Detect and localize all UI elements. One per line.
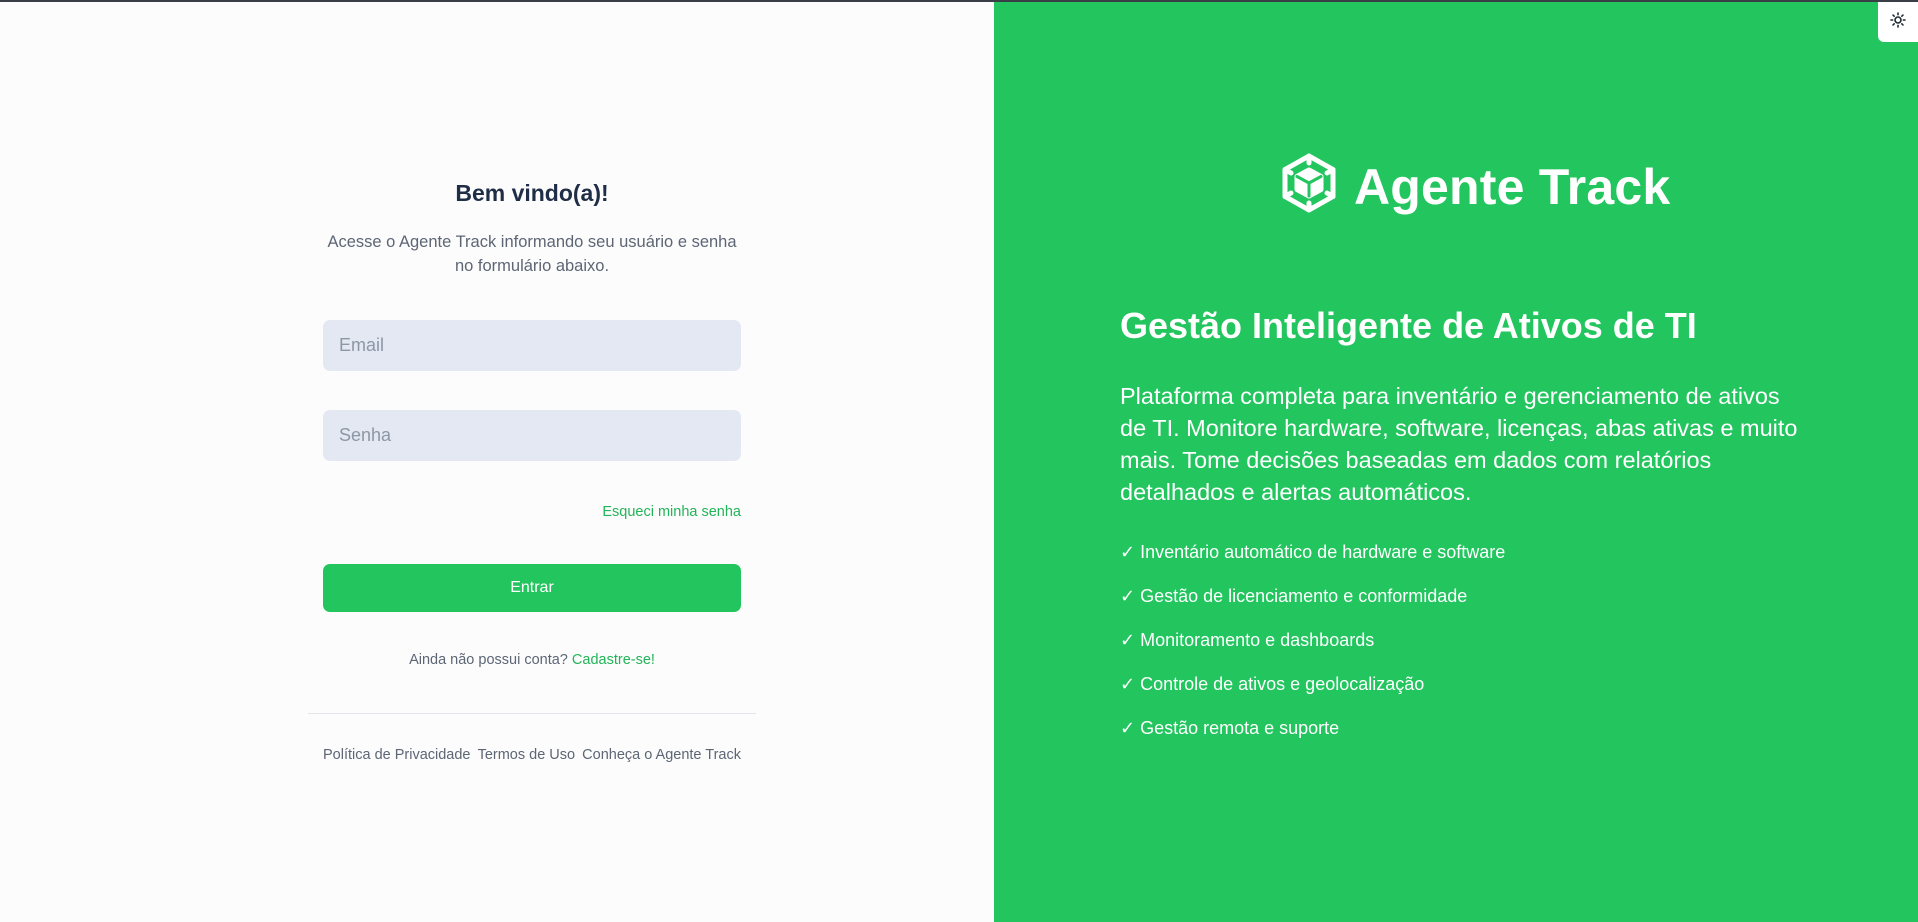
terms-of-use-link[interactable]: Termos de Uso: [478, 747, 576, 763]
hero-headline: Gestão Inteligente de Ativos de TI: [1120, 305, 1697, 346]
feature-item: ✓ Gestão remota e suporte: [1120, 718, 1340, 738]
welcome-title: Bem vindo(a)!: [455, 180, 609, 206]
sun-icon: [1890, 11, 1906, 33]
login-panel: Bem vindo(a)! Acesse o Agente Track info…: [0, 2, 994, 922]
login-button[interactable]: Entrar: [323, 564, 741, 612]
feature-item: ✓ Inventário automático de hardware e so…: [1120, 542, 1506, 562]
brand-name: Agente Track: [1354, 159, 1671, 215]
no-account-text: Ainda não possui conta?: [409, 652, 568, 668]
forgot-password-link[interactable]: Esqueci minha senha: [323, 504, 741, 520]
password-input[interactable]: [323, 410, 741, 461]
email-input[interactable]: [323, 320, 741, 371]
feature-list: ✓ Inventário automático de hardware e so…: [1120, 542, 1505, 762]
cube-logo-icon: [1278, 151, 1340, 224]
feature-item: ✓ Gestão de licenciamento e conformidade: [1120, 586, 1468, 606]
signup-link[interactable]: Cadastre-se!: [572, 652, 655, 668]
footer-links: Política de Privacidade Termos de Uso Co…: [323, 747, 741, 763]
login-subtitle: Acesse o Agente Track informando seu usu…: [327, 233, 737, 275]
theme-toggle-button[interactable]: [1878, 2, 1918, 42]
feature-item: ✓ Controle de ativos e geolocalização: [1120, 674, 1425, 694]
about-agente-track-link[interactable]: Conheça o Agente Track: [582, 747, 741, 763]
brand: Agente Track: [1278, 152, 1670, 222]
privacy-policy-link[interactable]: Política de Privacidade: [323, 747, 471, 763]
feature-item: ✓ Monitoramento e dashboards: [1120, 630, 1375, 650]
hero-description: Plataforma completa para inventário e ge…: [1120, 383, 1798, 505]
footer-divider: [308, 713, 756, 714]
signup-prompt: Ainda não possui conta? Cadastre-se!: [323, 652, 741, 668]
